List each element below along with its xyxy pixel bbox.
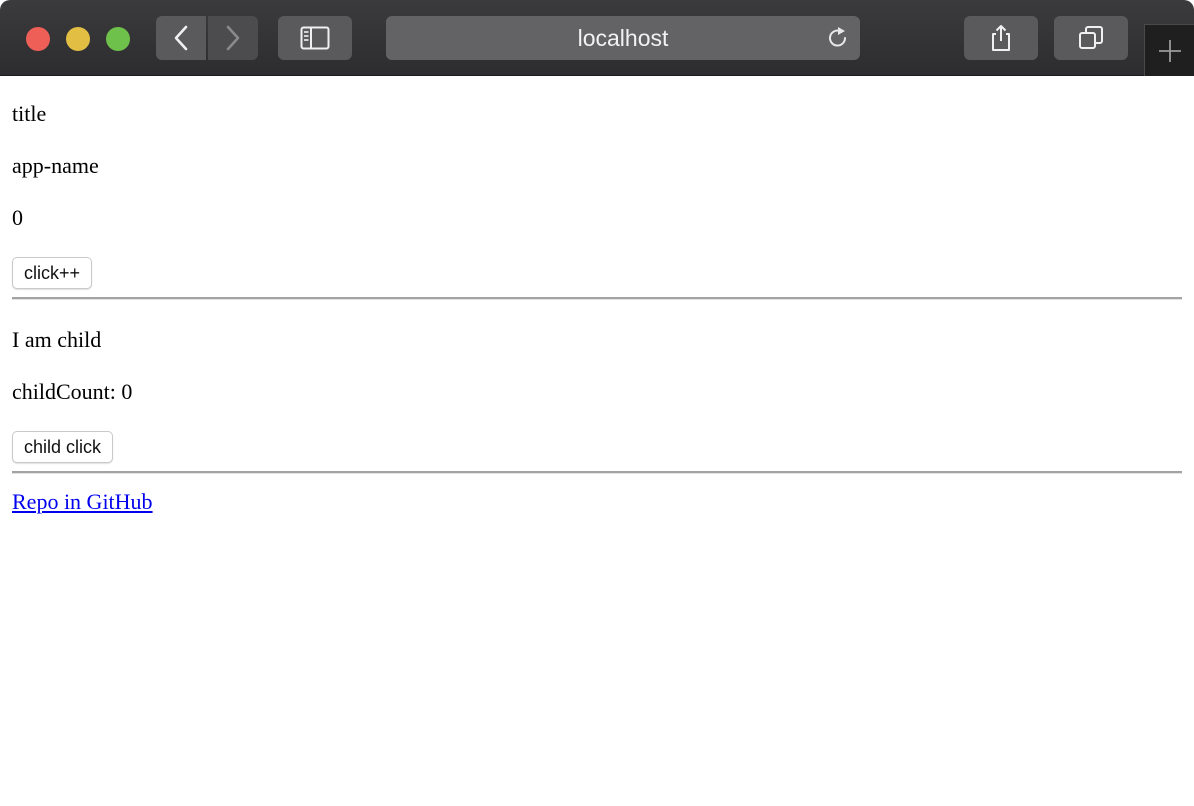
browser-toolbar: localhost (0, 0, 1194, 76)
app-name-text: app-name (12, 153, 99, 178)
share-icon (992, 25, 1010, 51)
address-url: localhost (577, 24, 669, 51)
child-heading: I am child (12, 327, 102, 352)
new-tab-button[interactable] (1144, 24, 1194, 76)
chevron-left-icon (174, 25, 188, 51)
click-increment-button[interactable]: click++ (12, 257, 93, 289)
divider (12, 297, 1182, 300)
page-content: title app-name 0 click++ I am child chil… (0, 76, 1194, 806)
sidebar-toggle-button[interactable] (278, 16, 352, 60)
divider (12, 471, 1182, 474)
page-title-text: title (12, 101, 47, 126)
forward-button[interactable] (208, 16, 258, 60)
tabs-overview-button[interactable] (1054, 16, 1128, 60)
count-value: 0 (12, 205, 23, 230)
browser-window: localhost title app-name 0 click++ I am … (0, 0, 1194, 806)
close-window-button[interactable] (26, 27, 50, 51)
repo-github-link[interactable]: Repo in GitHub (12, 489, 153, 514)
chevron-right-icon (226, 25, 240, 51)
reload-icon[interactable] (826, 26, 850, 50)
maximize-window-button[interactable] (106, 27, 130, 51)
address-bar[interactable]: localhost (386, 16, 860, 60)
minimize-window-button[interactable] (66, 27, 90, 51)
tabs-overview-icon (1079, 26, 1103, 49)
share-button[interactable] (964, 16, 1038, 60)
child-count-text: childCount: 0 (12, 379, 133, 404)
plus-icon (1158, 39, 1181, 62)
sidebar-icon (300, 26, 330, 50)
back-button[interactable] (156, 16, 206, 60)
child-click-button[interactable]: child click (12, 431, 114, 463)
